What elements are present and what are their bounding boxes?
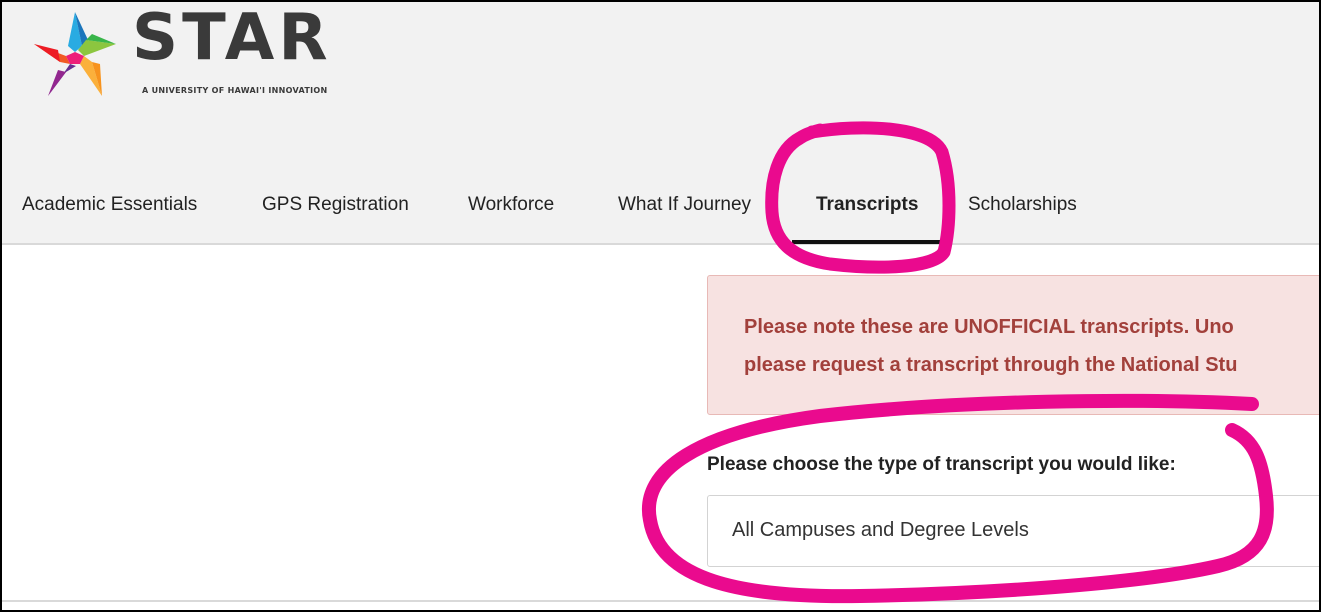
transcript-type-select[interactable]: All Campuses and Degree Levels <box>707 495 1319 567</box>
unofficial-transcript-alert: Please note these are UNOFFICIAL transcr… <box>707 275 1319 415</box>
nav-item-what-if-journey[interactable]: What If Journey <box>618 194 751 216</box>
transcript-type-selected-value: All Campuses and Degree Levels <box>732 519 1029 541</box>
app-frame: STAR A UNIVERSITY OF HAWAI'I INNOVATION … <box>0 0 1321 612</box>
star-logo-icon <box>34 12 116 96</box>
alert-text-line-2: please request a transcript through the … <box>744 354 1238 376</box>
tab-transcripts[interactable]: Transcripts <box>816 194 918 216</box>
brand-tagline: A UNIVERSITY OF HAWAI'I INNOVATION <box>142 86 328 95</box>
nav-item-scholarships[interactable]: Scholarships <box>968 194 1077 216</box>
star-logo[interactable]: STAR A UNIVERSITY OF HAWAI'I INNOVATION <box>30 6 360 100</box>
nav-item-academic-essentials[interactable]: Academic Essentials <box>22 194 197 216</box>
content-divider <box>2 600 1319 602</box>
nav-item-workforce[interactable]: Workforce <box>468 194 554 216</box>
transcript-type-label: Please choose the type of transcript you… <box>707 454 1176 475</box>
brand-name: STAR <box>132 1 332 75</box>
site-header: STAR A UNIVERSITY OF HAWAI'I INNOVATION … <box>2 2 1319 245</box>
alert-text-line-1: Please note these are UNOFFICIAL transcr… <box>744 316 1234 338</box>
main-nav: Academic Essentials GPS Registration Wor… <box>2 182 1319 238</box>
nav-item-gps-registration[interactable]: GPS Registration <box>262 194 409 216</box>
active-tab-indicator <box>792 240 944 244</box>
